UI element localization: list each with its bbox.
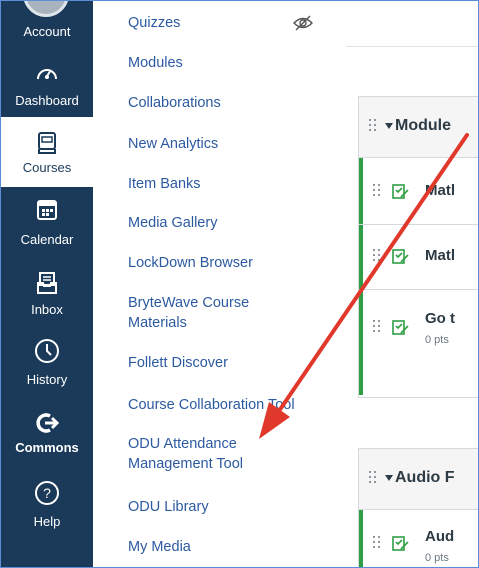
nav-courses-label: Courses [22,160,72,175]
nav-account-label: Account [23,24,71,39]
module-item-points: 0 pts [425,552,449,564]
module-item[interactable]: Matl [359,225,478,290]
module-item-points: 0 pts [425,334,449,346]
assignment-icon [391,318,411,338]
assignment-icon [391,247,411,267]
inbox-icon [1,269,93,297]
course-nav-new-analytics[interactable]: New Analytics [128,134,218,154]
nav-help[interactable]: ? Help [1,467,93,535]
course-nav-odu-library[interactable]: ODU Library [128,497,209,517]
nav-calendar[interactable]: Calendar [1,187,93,255]
module-item[interactable]: Matl [359,158,478,225]
module-item[interactable]: Aud 0 pts [359,510,478,567]
account-avatar-icon [23,1,69,17]
module-header[interactable]: Module [359,97,478,158]
courses-icon [1,129,93,157]
course-nav-follett-discover[interactable]: Follett Discover [128,353,228,373]
module-item[interactable]: Go t 0 pts [359,290,478,395]
course-nav-brytewave-line1[interactable]: BryteWave Course [128,293,249,313]
modules-content: Module Matl Matl Go t 0 pts Audio F Aud … [346,1,478,567]
nav-dashboard[interactable]: Dashboard [1,51,93,117]
module-item-title[interactable]: Go t [425,310,455,327]
svg-text:?: ? [43,485,51,501]
collapse-caret-icon[interactable] [385,123,393,129]
published-bar [359,158,363,224]
module-panel: Audio F Aud 0 pts [358,448,478,567]
module-item-title[interactable]: Matl [425,247,455,264]
nav-history-label: History [26,372,68,387]
course-nav-item-banks[interactable]: Item Banks [128,174,201,194]
module-item-title[interactable]: Matl [425,182,455,199]
collapse-caret-icon[interactable] [385,475,393,481]
nav-history[interactable]: History [1,327,93,395]
drag-handle-icon[interactable] [373,536,383,552]
course-nav-odu-attendance-line1[interactable]: ODU Attendance [128,434,237,454]
drag-handle-icon[interactable] [369,471,379,487]
course-nav-course-collaboration-tool[interactable]: Course Collaboration Tool [128,395,295,415]
module-header[interactable]: Audio F [359,449,478,510]
global-nav: Account Dashboard Courses Calendar Inbox [1,1,93,567]
nav-inbox-label: Inbox [31,302,63,317]
nav-dashboard-label: Dashboard [15,93,79,108]
dashboard-icon [1,59,93,87]
module-panel: Module Matl Matl Go t 0 pts [358,96,478,398]
published-bar [359,510,363,567]
course-nav-media-gallery[interactable]: Media Gallery [128,213,217,233]
nav-help-label: Help [33,514,61,529]
header-divider [346,46,478,47]
course-nav-odu-attendance-line2[interactable]: Management Tool [128,454,243,474]
module-title: Module [395,117,451,134]
calendar-icon [1,195,93,223]
assignment-icon [391,534,411,554]
drag-handle-icon[interactable] [369,119,379,135]
commons-icon [1,409,93,437]
published-bar [359,225,363,289]
module-title: Audio F [395,469,455,486]
course-nav-modules[interactable]: Modules [128,53,183,73]
nav-courses[interactable]: Courses [1,117,93,187]
nav-account[interactable]: Account [1,1,93,47]
screenshot-frame: Account Dashboard Courses Calendar Inbox [0,0,479,568]
drag-handle-icon[interactable] [373,184,383,200]
module-item-title[interactable]: Aud [425,528,454,545]
drag-handle-icon[interactable] [373,320,383,336]
history-icon [1,337,93,365]
nav-commons[interactable]: Commons [1,397,93,465]
nav-commons-label: Commons [15,440,79,455]
course-nav-lockdown-browser[interactable]: LockDown Browser [128,253,253,273]
course-nav-my-media[interactable]: My Media [128,537,191,557]
course-nav-collaborations[interactable]: Collaborations [128,93,221,113]
nav-calendar-label: Calendar [20,232,74,247]
help-icon: ? [1,479,93,507]
course-nav-quizzes[interactable]: Quizzes [128,13,180,33]
assignment-icon [391,182,411,202]
eye-slash-icon[interactable] [293,15,313,36]
nav-inbox[interactable]: Inbox [1,257,93,325]
published-bar [359,290,363,395]
drag-handle-icon[interactable] [373,249,383,265]
course-nav-brytewave-line2[interactable]: Materials [128,313,187,333]
course-nav: Quizzes Modules Collaborations New Analy… [93,1,346,567]
